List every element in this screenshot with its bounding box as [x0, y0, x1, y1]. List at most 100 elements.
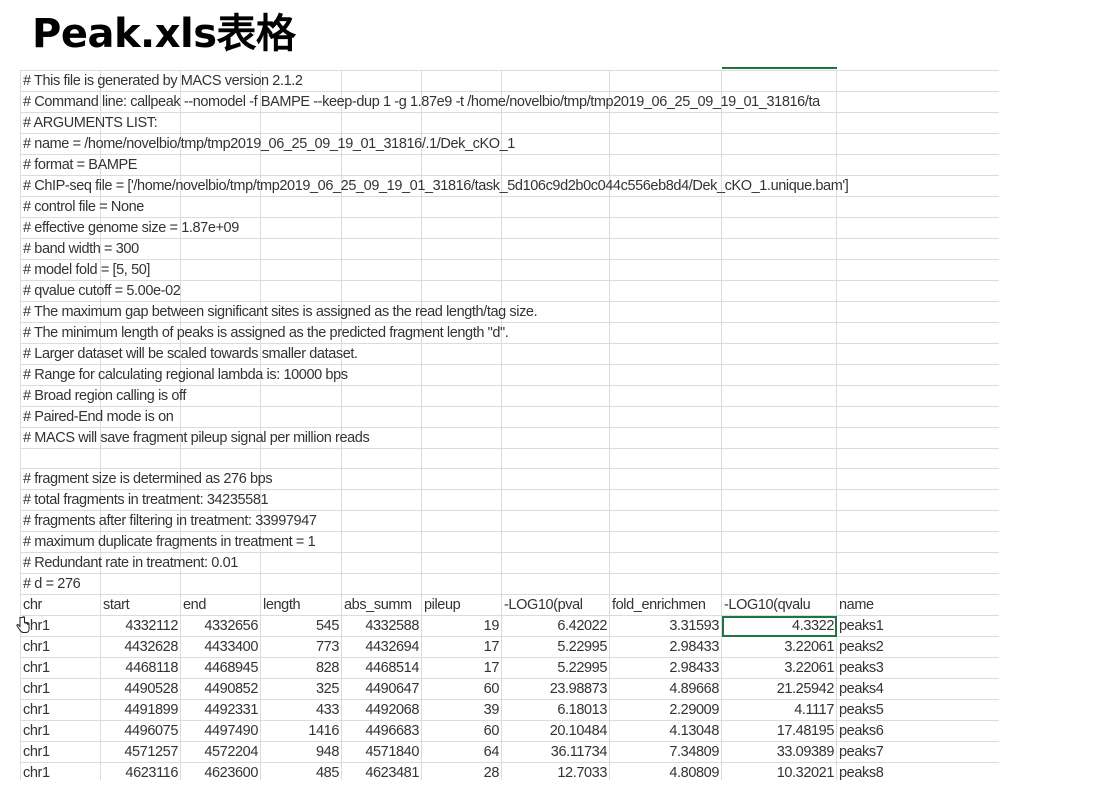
comment-cell[interactable]: # fragment size is determined as 276 bps — [20, 468, 273, 490]
data-cell[interactable]: 4496683 — [341, 720, 422, 742]
empty-cell[interactable] — [721, 112, 837, 134]
data-cell[interactable]: 5.22995 — [501, 657, 610, 679]
empty-cell[interactable] — [260, 280, 342, 302]
empty-cell[interactable] — [180, 154, 261, 176]
empty-cell[interactable] — [341, 259, 422, 281]
empty-cell[interactable] — [501, 489, 610, 511]
data-cell[interactable]: 3.22061 — [721, 657, 837, 679]
empty-cell[interactable] — [836, 385, 999, 407]
data-cell[interactable]: 3.31593 — [609, 615, 722, 637]
empty-cell[interactable] — [341, 154, 422, 176]
empty-cell[interactable] — [836, 364, 999, 386]
data-cell[interactable]: 17.48195 — [721, 720, 837, 742]
empty-cell[interactable] — [721, 217, 837, 239]
empty-cell[interactable] — [836, 238, 999, 260]
empty-cell[interactable] — [721, 406, 837, 428]
data-cell[interactable]: 948 — [260, 741, 342, 763]
empty-cell[interactable] — [836, 280, 999, 302]
column-header-cell[interactable]: -LOG10(qvalu — [721, 594, 837, 616]
empty-cell[interactable] — [501, 217, 610, 239]
data-cell[interactable]: 4468514 — [341, 657, 422, 679]
empty-cell[interactable] — [100, 573, 181, 595]
empty-cell[interactable] — [341, 70, 422, 92]
empty-cell[interactable] — [501, 448, 610, 469]
empty-cell[interactable] — [501, 510, 610, 532]
empty-cell[interactable] — [836, 154, 999, 176]
empty-cell[interactable] — [609, 301, 722, 323]
comment-cell[interactable]: # maximum duplicate fragments in treatme… — [20, 531, 316, 553]
empty-cell[interactable] — [501, 70, 610, 92]
empty-cell[interactable] — [836, 217, 999, 239]
comment-cell[interactable]: # total fragments in treatment: 34235581 — [20, 489, 269, 511]
empty-cell[interactable] — [260, 217, 342, 239]
empty-cell[interactable] — [260, 573, 342, 595]
comment-cell[interactable]: # ChIP-seq file = ['/home/novelbio/tmp/t… — [20, 175, 849, 197]
empty-cell[interactable] — [180, 280, 261, 302]
empty-cell[interactable] — [609, 385, 722, 407]
empty-cell[interactable] — [501, 322, 610, 344]
empty-cell[interactable] — [721, 552, 837, 574]
empty-cell[interactable] — [180, 196, 261, 218]
empty-cell[interactable] — [836, 196, 999, 218]
empty-cell[interactable] — [609, 322, 722, 344]
data-cell[interactable]: 4468118 — [100, 657, 181, 679]
comment-cell[interactable]: # effective genome size = 1.87e+09 — [20, 217, 239, 239]
empty-cell[interactable] — [341, 217, 422, 239]
data-cell[interactable]: chr1 — [20, 615, 101, 637]
empty-cell[interactable] — [501, 364, 610, 386]
empty-cell[interactable] — [260, 238, 342, 260]
empty-cell[interactable] — [501, 259, 610, 281]
empty-cell[interactable] — [421, 468, 502, 490]
empty-cell[interactable] — [501, 238, 610, 260]
column-header-cell[interactable]: chr — [20, 594, 101, 616]
empty-cell[interactable] — [721, 531, 837, 553]
empty-cell[interactable] — [609, 70, 722, 92]
empty-cell[interactable] — [501, 343, 610, 365]
empty-cell[interactable] — [341, 112, 422, 134]
empty-cell[interactable] — [501, 133, 610, 155]
empty-cell[interactable] — [836, 573, 999, 595]
data-cell[interactable]: 64 — [421, 741, 502, 763]
empty-cell[interactable] — [721, 448, 837, 469]
data-cell[interactable]: 4.89668 — [609, 678, 722, 700]
empty-cell[interactable] — [609, 468, 722, 490]
empty-cell[interactable] — [836, 322, 999, 344]
column-header-cell[interactable]: pileup — [421, 594, 502, 616]
empty-cell[interactable] — [421, 217, 502, 239]
empty-cell[interactable] — [341, 406, 422, 428]
column-header-cell[interactable]: fold_enrichmen — [609, 594, 722, 616]
data-cell[interactable]: chr1 — [20, 657, 101, 679]
empty-cell[interactable] — [501, 196, 610, 218]
data-cell[interactable]: 4497490 — [180, 720, 261, 742]
empty-cell[interactable] — [341, 573, 422, 595]
empty-cell[interactable] — [260, 489, 342, 511]
data-cell[interactable]: 60 — [421, 678, 502, 700]
data-cell[interactable]: 4.1117 — [721, 699, 837, 721]
data-cell[interactable]: 3.22061 — [721, 636, 837, 658]
data-cell[interactable]: 4496075 — [100, 720, 181, 742]
data-cell[interactable]: 325 — [260, 678, 342, 700]
empty-cell[interactable] — [609, 364, 722, 386]
data-cell[interactable]: 4571257 — [100, 741, 181, 763]
empty-cell[interactable] — [836, 406, 999, 428]
data-cell[interactable]: 4332588 — [341, 615, 422, 637]
data-cell[interactable]: 4491899 — [100, 699, 181, 721]
data-cell[interactable]: 4490647 — [341, 678, 422, 700]
empty-cell[interactable] — [836, 427, 999, 449]
data-cell[interactable]: 2.29009 — [609, 699, 722, 721]
empty-cell[interactable] — [721, 489, 837, 511]
data-cell[interactable]: chr1 — [20, 741, 101, 763]
empty-cell[interactable] — [836, 448, 999, 469]
comment-cell[interactable]: # name = /home/novelbio/tmp/tmp2019_06_2… — [20, 133, 515, 155]
empty-cell[interactable] — [721, 573, 837, 595]
empty-cell[interactable] — [421, 238, 502, 260]
empty-cell[interactable] — [501, 552, 610, 574]
empty-cell[interactable] — [260, 406, 342, 428]
comment-cell[interactable]: # fragments after filtering in treatment… — [20, 510, 317, 532]
data-cell[interactable]: 4332112 — [100, 615, 181, 637]
data-cell[interactable]: 12.7033 — [501, 762, 610, 780]
empty-cell[interactable] — [341, 238, 422, 260]
data-cell[interactable]: peaks2 — [836, 636, 999, 658]
empty-cell[interactable] — [421, 573, 502, 595]
empty-cell[interactable] — [609, 112, 722, 134]
